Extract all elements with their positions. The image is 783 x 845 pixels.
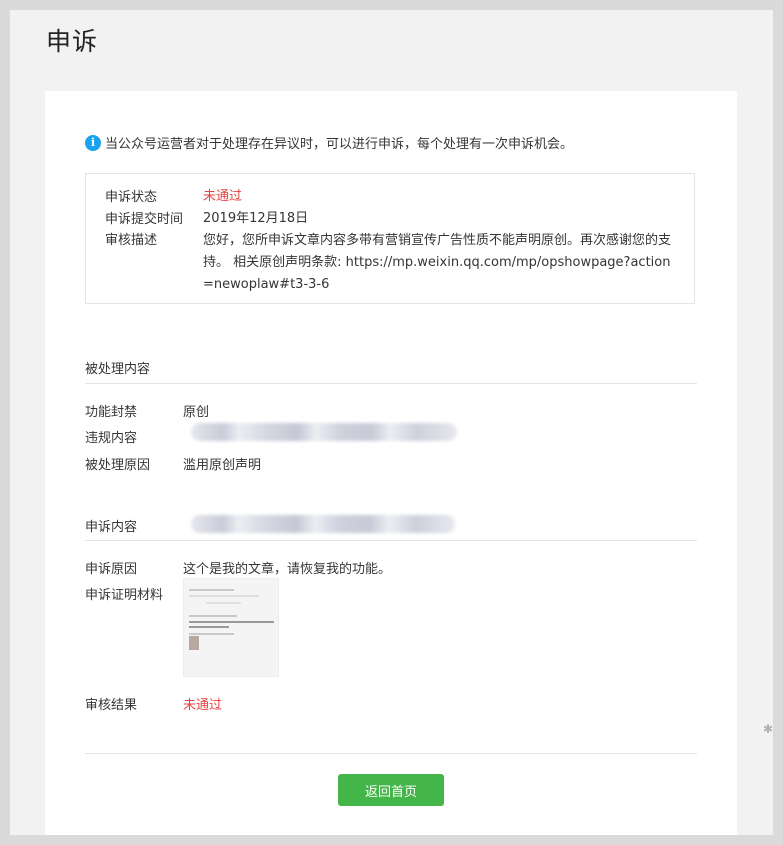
ban-row: 功能封禁 原创	[85, 401, 209, 420]
ban-value: 原创	[183, 405, 210, 420]
submit-time-label: 申诉提交时间	[105, 212, 184, 227]
divider	[85, 753, 697, 754]
violation-row: 违规内容	[85, 427, 183, 446]
redacted-violation-content	[191, 423, 457, 441]
review-desc-row: 审核描述 您好，您所申诉文章内容多带有营销宣传广告性质不能声明原创。再次感谢您的…	[105, 230, 678, 296]
evidence-label: 申诉证明材料	[85, 588, 164, 603]
status-label: 申诉状态	[105, 190, 158, 205]
violation-label: 违规内容	[85, 431, 138, 446]
result-label: 审核结果	[85, 698, 138, 713]
review-desc-label: 审核描述	[105, 233, 158, 248]
pin-icon: ✱	[763, 722, 774, 736]
appeal-status-box: 申诉状态 未通过 申诉提交时间 2019年12月18日 审核描述 您好，您所申诉…	[85, 173, 695, 304]
reason-value: 滥用原创声明	[183, 458, 262, 473]
notice-text: 当公众号运营者对于处理存在异议时，可以进行申诉，每个处理有一次申诉机会。	[105, 137, 574, 152]
appeal-reason-label: 申诉原因	[85, 562, 138, 577]
page-title: 申诉	[46, 27, 99, 56]
reason-row: 被处理原因 滥用原创声明	[85, 454, 261, 473]
appeal-section-title: 申诉内容	[85, 520, 138, 535]
notice-bar: i 当公众号运营者对于处理存在异议时，可以进行申诉，每个处理有一次申诉机会。	[85, 133, 573, 152]
evidence-row: 申诉证明材料	[85, 584, 183, 603]
reason-label: 被处理原因	[85, 458, 151, 473]
redacted-appeal-title	[191, 515, 455, 533]
status-value: 未通过	[203, 189, 243, 204]
result-value: 未通过	[183, 698, 223, 713]
review-desc-value: 您好，您所申诉文章内容多带有营销宣传广告性质不能声明原创。再次感谢您的支持。 相…	[203, 233, 672, 292]
appeal-reason-value: 这个是我的文章，请恢复我的功能。	[183, 562, 392, 577]
ban-label: 功能封禁	[85, 405, 138, 420]
divider	[85, 540, 697, 541]
return-home-button[interactable]: 返回首页	[338, 774, 444, 806]
status-row: 申诉状态 未通过	[105, 186, 683, 208]
submit-time-row: 申诉提交时间 2019年12月18日	[105, 208, 683, 230]
divider	[85, 383, 697, 384]
submit-time-value: 2019年12月18日	[203, 211, 309, 226]
info-icon: i	[85, 134, 101, 151]
page-frame: 申诉 i 当公众号运营者对于处理存在异议时，可以进行申诉，每个处理有一次申诉机会…	[10, 10, 773, 835]
handled-section-title: 被处理内容	[85, 362, 151, 377]
result-row: 审核结果 未通过	[85, 694, 222, 713]
appeal-reason-row: 申诉原因 这个是我的文章，请恢复我的功能。	[85, 558, 391, 577]
evidence-thumbnail[interactable]	[183, 578, 279, 677]
appeal-card: i 当公众号运营者对于处理存在异议时，可以进行申诉，每个处理有一次申诉机会。 申…	[45, 91, 737, 835]
